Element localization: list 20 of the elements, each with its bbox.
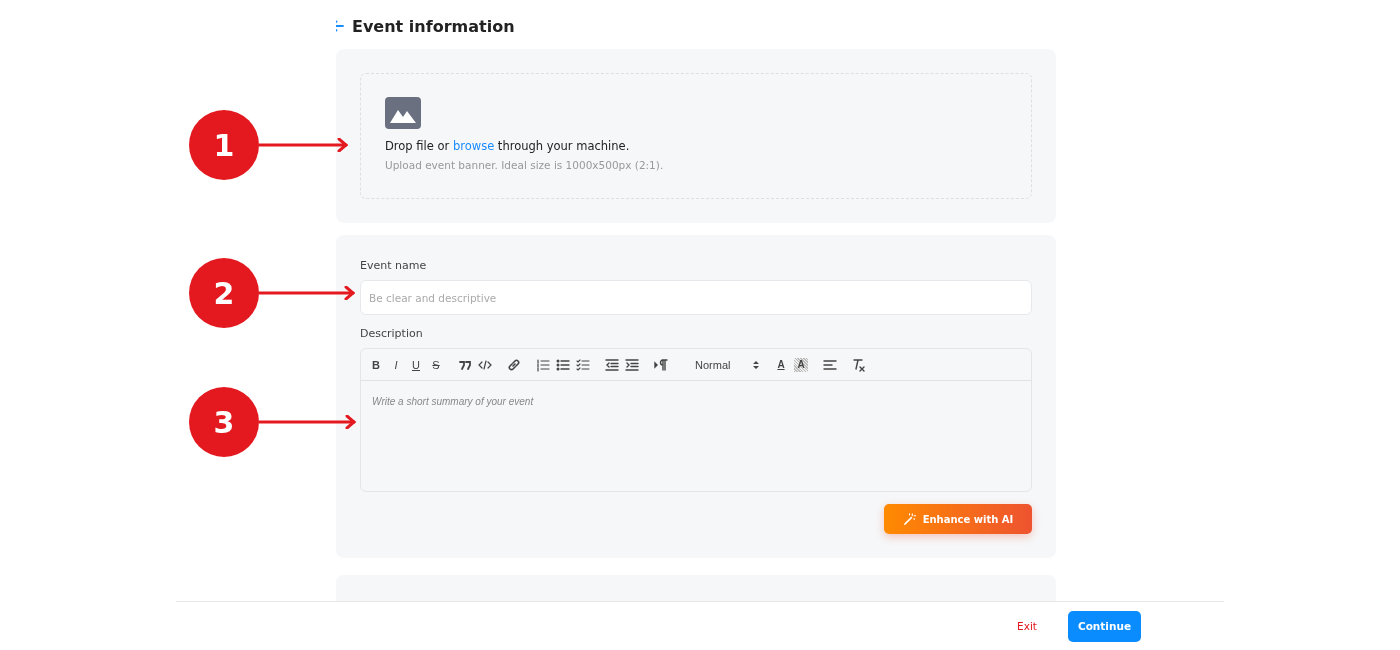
step-badge: 2 bbox=[189, 258, 259, 328]
bold-button[interactable]: B bbox=[369, 357, 383, 372]
drop-zone[interactable]: Drop file or browse through your machine. Upload event banner. Ideal size is 1000x500px (2:1). bbox=[360, 73, 1032, 199]
step-badge: 3 bbox=[189, 387, 259, 457]
field-label: Description bbox=[360, 327, 424, 340]
drop-instructions: Drop file or browse through your machine. bbox=[385, 139, 630, 153]
field-label: Event name bbox=[360, 259, 428, 272]
description-editor[interactable]: B I U S Normal A A Write a short summary of your event bbox=[360, 348, 1032, 492]
underline-button[interactable]: U bbox=[409, 357, 423, 372]
italic-button[interactable]: I bbox=[389, 357, 403, 372]
event-name-field[interactable]: Be clear and descriptive bbox=[360, 280, 1032, 315]
highlight-color-button[interactable]: A bbox=[794, 357, 808, 372]
upload-hint: Upload event banner. Ideal size is 1000x500px (2:1). bbox=[385, 159, 664, 171]
page-title: Event information bbox=[352, 16, 515, 36]
heading-select[interactable]: Normal bbox=[695, 358, 759, 371]
step-badge: 1 bbox=[189, 110, 259, 180]
editor-placeholder: Write a short summary of your event bbox=[372, 396, 534, 407]
strikethrough-button[interactable]: S bbox=[429, 357, 443, 372]
text-color-button[interactable]: A bbox=[774, 357, 788, 372]
exit-button[interactable]: Exit bbox=[1011, 616, 1043, 636]
